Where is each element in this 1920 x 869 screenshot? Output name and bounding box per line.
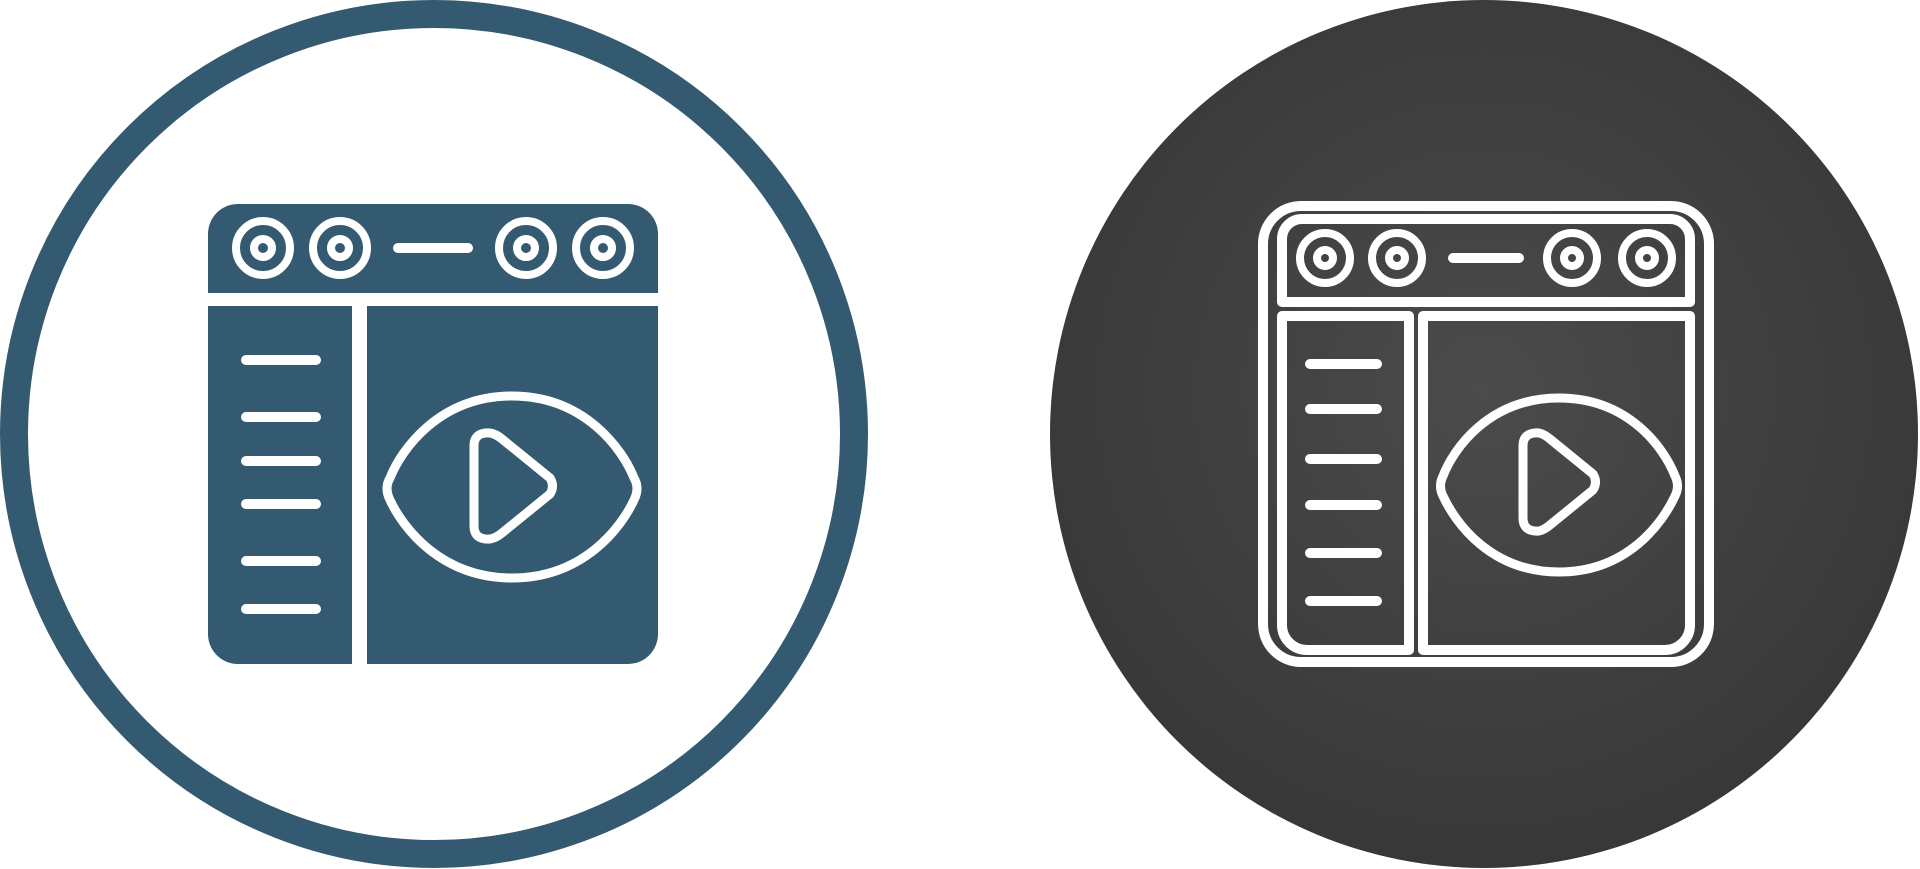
video-player-icon-glyph bbox=[0, 0, 868, 868]
icon-sheet bbox=[0, 0, 1918, 868]
dark-circle-background bbox=[1050, 0, 1918, 868]
content-panel bbox=[367, 306, 658, 664]
video-player-icon-outline bbox=[1050, 0, 1918, 868]
